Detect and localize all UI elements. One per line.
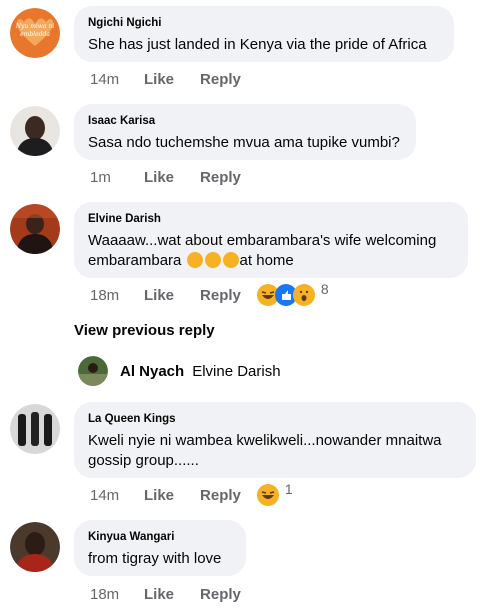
like-button[interactable]: Like [144, 287, 174, 304]
reaction-count: 8 [320, 281, 329, 297]
reply-button[interactable]: Reply [200, 71, 241, 88]
laugh-emoji-icon [186, 252, 203, 268]
comment-bubble: Ngichi Ngichi She has just landed in Ken… [74, 6, 454, 62]
comment-time[interactable]: 14m [90, 487, 134, 504]
avatar[interactable] [10, 404, 60, 454]
wow-emoji-icon [292, 284, 315, 306]
comment-text-line: Waaaaw...wat about embarambara's wife we… [88, 232, 437, 249]
reply-button[interactable]: Reply [200, 586, 241, 603]
reply-tagged-name[interactable]: Elvine Darish [192, 363, 280, 380]
comment-bubble: La Queen Kings Kweli nyie ni wambea kwel… [74, 402, 476, 478]
reply-button[interactable]: Reply [200, 287, 241, 304]
comment-text-line: at home [239, 252, 294, 269]
reply-author[interactable]: Al Nyach [120, 363, 184, 380]
reply-button[interactable]: Reply [200, 487, 241, 504]
laugh-emoji-icon [222, 252, 239, 268]
comment-text: Sasa ndo tuchemshe mvua ama tupike vumbi… [88, 134, 400, 151]
avatar[interactable]: Nyu miwa ni embledda [10, 8, 60, 58]
reactions-summary[interactable]: 8 [256, 281, 329, 306]
avatar[interactable] [10, 106, 60, 156]
comment-text-line: gossip group...... [88, 452, 199, 469]
comment-bubble: Isaac Karisa Sasa ndo tuchemshe mvua ama… [74, 104, 416, 160]
comment-text-line: embarambara [88, 252, 186, 269]
comment-actions: 14m Like Reply [90, 71, 241, 88]
comment-text: Waaaaw...wat about embarambara's wife we… [88, 231, 454, 271]
comment-actions: 18m Like Reply [90, 586, 241, 603]
comment-text: from tigray with love [88, 550, 222, 567]
comment-bubble: Kinyua Wangari from tigray with love [74, 520, 246, 576]
reaction-count: 1 [284, 481, 293, 497]
comment-text-line: Kweli nyie ni wambea kwelikweli...nowand… [88, 432, 442, 449]
comment-time[interactable]: 1m [90, 169, 134, 186]
comment-author[interactable]: Isaac Karisa [88, 114, 402, 128]
comment-text: Kweli nyie ni wambea kwelikweli...nowand… [88, 431, 462, 471]
comment-actions: 14m Like Reply 1 [90, 481, 293, 506]
comment-time[interactable]: 18m [90, 287, 134, 304]
like-button[interactable]: Like [144, 71, 174, 88]
reply-button[interactable]: Reply [200, 169, 241, 186]
comment-author[interactable]: La Queen Kings [88, 412, 462, 426]
comment-text: She has just landed in Kenya via the pri… [88, 36, 427, 53]
svg-text:Nyu miwa ni: Nyu miwa ni [15, 23, 55, 30]
view-previous-reply-link[interactable]: View previous reply [74, 322, 215, 339]
reactions-summary[interactable]: 1 [256, 481, 293, 506]
like-button[interactable]: Like [144, 487, 174, 504]
comment-author[interactable]: Ngichi Ngichi [88, 16, 440, 30]
comment-actions: 1m Like Reply [90, 169, 241, 186]
comment-bubble: Elvine Darish Waaaaw...wat about embaram… [74, 202, 468, 278]
comment-time[interactable]: 18m [90, 586, 134, 603]
like-button[interactable]: Like [144, 586, 174, 603]
comment-author[interactable]: Kinyua Wangari [88, 530, 232, 544]
avatar[interactable] [10, 204, 60, 254]
laugh-emoji-icon [256, 484, 279, 506]
avatar[interactable] [78, 356, 108, 386]
svg-text:embledda: embledda [20, 31, 50, 38]
comment-actions: 18m Like Reply 8 [90, 281, 329, 306]
avatar[interactable] [10, 522, 60, 572]
comment-author[interactable]: Elvine Darish [88, 212, 454, 226]
like-button[interactable]: Like [144, 169, 174, 186]
comment-time[interactable]: 14m [90, 71, 134, 88]
reply-preview[interactable]: Al Nyach Elvine Darish [78, 356, 281, 386]
laugh-emoji-icon [204, 252, 221, 268]
